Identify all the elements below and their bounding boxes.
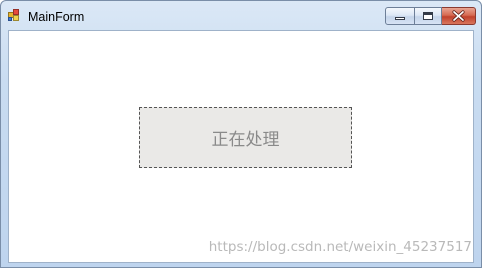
maximize-icon <box>423 12 433 20</box>
app-icon[interactable] <box>8 9 21 22</box>
title-bar[interactable]: MainForm <box>1 1 481 29</box>
close-button[interactable] <box>442 7 476 25</box>
watermark-text: https://blog.csdn.net/weixin_45237517 <box>208 239 472 255</box>
minimize-button[interactable] <box>385 7 415 25</box>
processing-button-label: 正在处理 <box>211 130 280 150</box>
close-icon <box>452 10 465 22</box>
minimize-icon <box>395 17 405 20</box>
processing-button[interactable]: 正在处理 <box>139 107 352 168</box>
caption-buttons <box>385 7 476 25</box>
window-title: MainForm <box>28 10 85 24</box>
maximize-button[interactable] <box>415 7 442 25</box>
